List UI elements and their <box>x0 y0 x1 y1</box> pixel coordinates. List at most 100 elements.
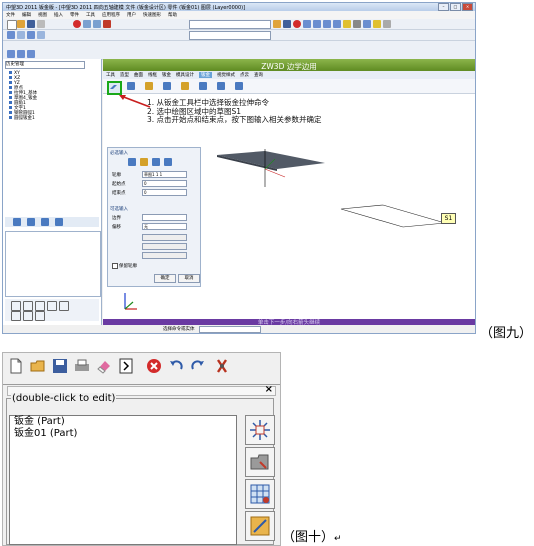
pane-tool-1-icon[interactable] <box>13 218 21 226</box>
save2-icon[interactable] <box>283 20 291 28</box>
minimize-button[interactable]: – <box>438 3 449 11</box>
tab-wireframe[interactable]: 线框 <box>148 72 157 78</box>
tab-tools[interactable]: 工具 <box>106 72 115 78</box>
menu-file[interactable]: 文件 <box>6 12 15 18</box>
cancel-button[interactable]: 取消 <box>178 274 200 283</box>
boundary-field[interactable] <box>142 214 187 221</box>
print-icon[interactable] <box>73 357 91 375</box>
edit-icon[interactable] <box>11 311 21 321</box>
mode-2-icon[interactable] <box>140 158 148 166</box>
tab-surface[interactable]: 曲面 <box>134 72 143 78</box>
offset-select[interactable]: 无 <box>142 223 187 230</box>
menu-help[interactable]: 帮助 <box>168 12 177 18</box>
mode-1-icon[interactable] <box>128 158 136 166</box>
close-button[interactable]: × <box>462 3 473 11</box>
stop2-icon[interactable] <box>293 20 301 28</box>
tab-pointcloud[interactable]: 点云 <box>240 72 249 78</box>
next-icon[interactable] <box>47 301 57 311</box>
paste-icon[interactable] <box>373 20 381 28</box>
menu-apps[interactable]: 应用程序 <box>102 12 120 18</box>
part-properties-button[interactable] <box>245 479 275 509</box>
stop-icon[interactable] <box>73 20 81 28</box>
prev-icon[interactable] <box>23 301 33 311</box>
save-icon[interactable] <box>27 20 35 28</box>
copy-icon[interactable] <box>363 20 371 28</box>
right-icon[interactable] <box>313 20 321 28</box>
last-icon[interactable] <box>59 301 69 311</box>
tree-item[interactable]: 圆弧钣金1 <box>9 116 37 121</box>
open2-icon[interactable] <box>273 20 281 28</box>
panel-close-icon[interactable]: × <box>265 384 273 395</box>
part-link-button[interactable] <box>245 511 275 541</box>
menu-insert[interactable]: 插入 <box>54 12 63 18</box>
pane-tool-2-icon[interactable] <box>27 218 35 226</box>
tool-b-icon[interactable] <box>17 31 25 39</box>
ribbon-tool-4-icon[interactable] <box>181 82 189 90</box>
run-icon[interactable] <box>117 357 135 375</box>
ok-button[interactable]: 确定 <box>154 274 176 283</box>
ribbon-tool-1-icon[interactable] <box>127 82 135 90</box>
new-part-button[interactable] <box>245 415 275 445</box>
open-part-button[interactable] <box>245 447 275 477</box>
command-input[interactable] <box>199 326 261 333</box>
tab-query[interactable]: 查询 <box>254 72 263 78</box>
ribbon-tool-2-icon[interactable] <box>145 82 153 90</box>
list-item[interactable]: 钣金 (Part) <box>10 416 236 428</box>
menu-view[interactable]: 视图 <box>38 12 47 18</box>
arrow-icon[interactable] <box>323 20 331 28</box>
maximize-button[interactable]: □ <box>450 3 461 11</box>
open-icon[interactable] <box>17 20 25 28</box>
eraser-icon[interactable] <box>95 357 113 375</box>
keep-profile-checkbox[interactable] <box>112 263 118 269</box>
part-combo[interactable] <box>189 31 271 40</box>
tool-d-icon[interactable] <box>37 31 45 39</box>
mode-4-icon[interactable] <box>164 158 172 166</box>
menu-part[interactable]: 零件 <box>70 12 79 18</box>
ribbon-tool-3-icon[interactable] <box>163 82 171 90</box>
tool-icon[interactable] <box>103 20 111 28</box>
scissors-icon[interactable] <box>353 20 361 28</box>
save-icon[interactable] <box>51 357 69 375</box>
first-icon[interactable] <box>11 301 21 311</box>
undo-icon[interactable] <box>167 357 185 375</box>
play-icon[interactable] <box>35 301 45 311</box>
list-item[interactable]: 钣金01 (Part) <box>10 428 236 440</box>
ribbon-tool-5-icon[interactable] <box>199 82 207 90</box>
pencil-icon[interactable] <box>343 20 351 28</box>
filter-combo[interactable] <box>189 20 271 29</box>
tool-e-icon[interactable] <box>7 50 15 58</box>
new-icon[interactable] <box>7 20 17 30</box>
ribbon-tool-6-icon[interactable] <box>217 82 225 90</box>
redo-icon[interactable] <box>189 357 207 375</box>
tab-sheetmetal[interactable]: 钣金 <box>162 72 171 78</box>
undo-icon[interactable] <box>83 20 91 28</box>
menu-user[interactable]: 用户 <box>127 12 136 18</box>
left-icon[interactable] <box>303 20 311 28</box>
tool-f-icon[interactable] <box>17 50 25 58</box>
end-field[interactable]: 0 <box>142 189 187 196</box>
more-icon[interactable] <box>383 20 391 28</box>
tab-sheetmetal-active[interactable]: 钣金 <box>199 72 212 78</box>
pane-tool-4-icon[interactable] <box>55 218 63 226</box>
tab-modeling[interactable]: 造型 <box>120 72 129 78</box>
pane-tool-3-icon[interactable] <box>41 218 49 226</box>
mode-3-icon[interactable] <box>152 158 160 166</box>
redo-icon[interactable] <box>93 20 101 28</box>
tool-c-icon[interactable] <box>27 31 35 39</box>
arrow2-icon[interactable] <box>333 20 341 28</box>
print-icon[interactable] <box>37 20 45 28</box>
tools-icon[interactable] <box>213 357 231 375</box>
stop-icon[interactable] <box>145 357 163 375</box>
ribbon-tool-7-icon[interactable] <box>235 82 243 90</box>
profile-field[interactable]: 草图1 1 1 <box>142 171 187 178</box>
new-file-icon[interactable] <box>7 357 25 375</box>
start-field[interactable]: 0 <box>142 180 187 187</box>
tab-mold[interactable]: 模具设计 <box>176 72 194 78</box>
delete-icon[interactable] <box>35 311 45 321</box>
tab-visual[interactable]: 视觉样式 <box>217 72 235 78</box>
history-header[interactable]: 历史管理 <box>5 61 85 69</box>
tool-g-icon[interactable] <box>27 50 35 58</box>
menu-edit[interactable]: 编辑 <box>22 12 31 18</box>
menu-quick[interactable]: 快速图形 <box>143 12 161 18</box>
menu-tools[interactable]: 工具 <box>86 12 95 18</box>
